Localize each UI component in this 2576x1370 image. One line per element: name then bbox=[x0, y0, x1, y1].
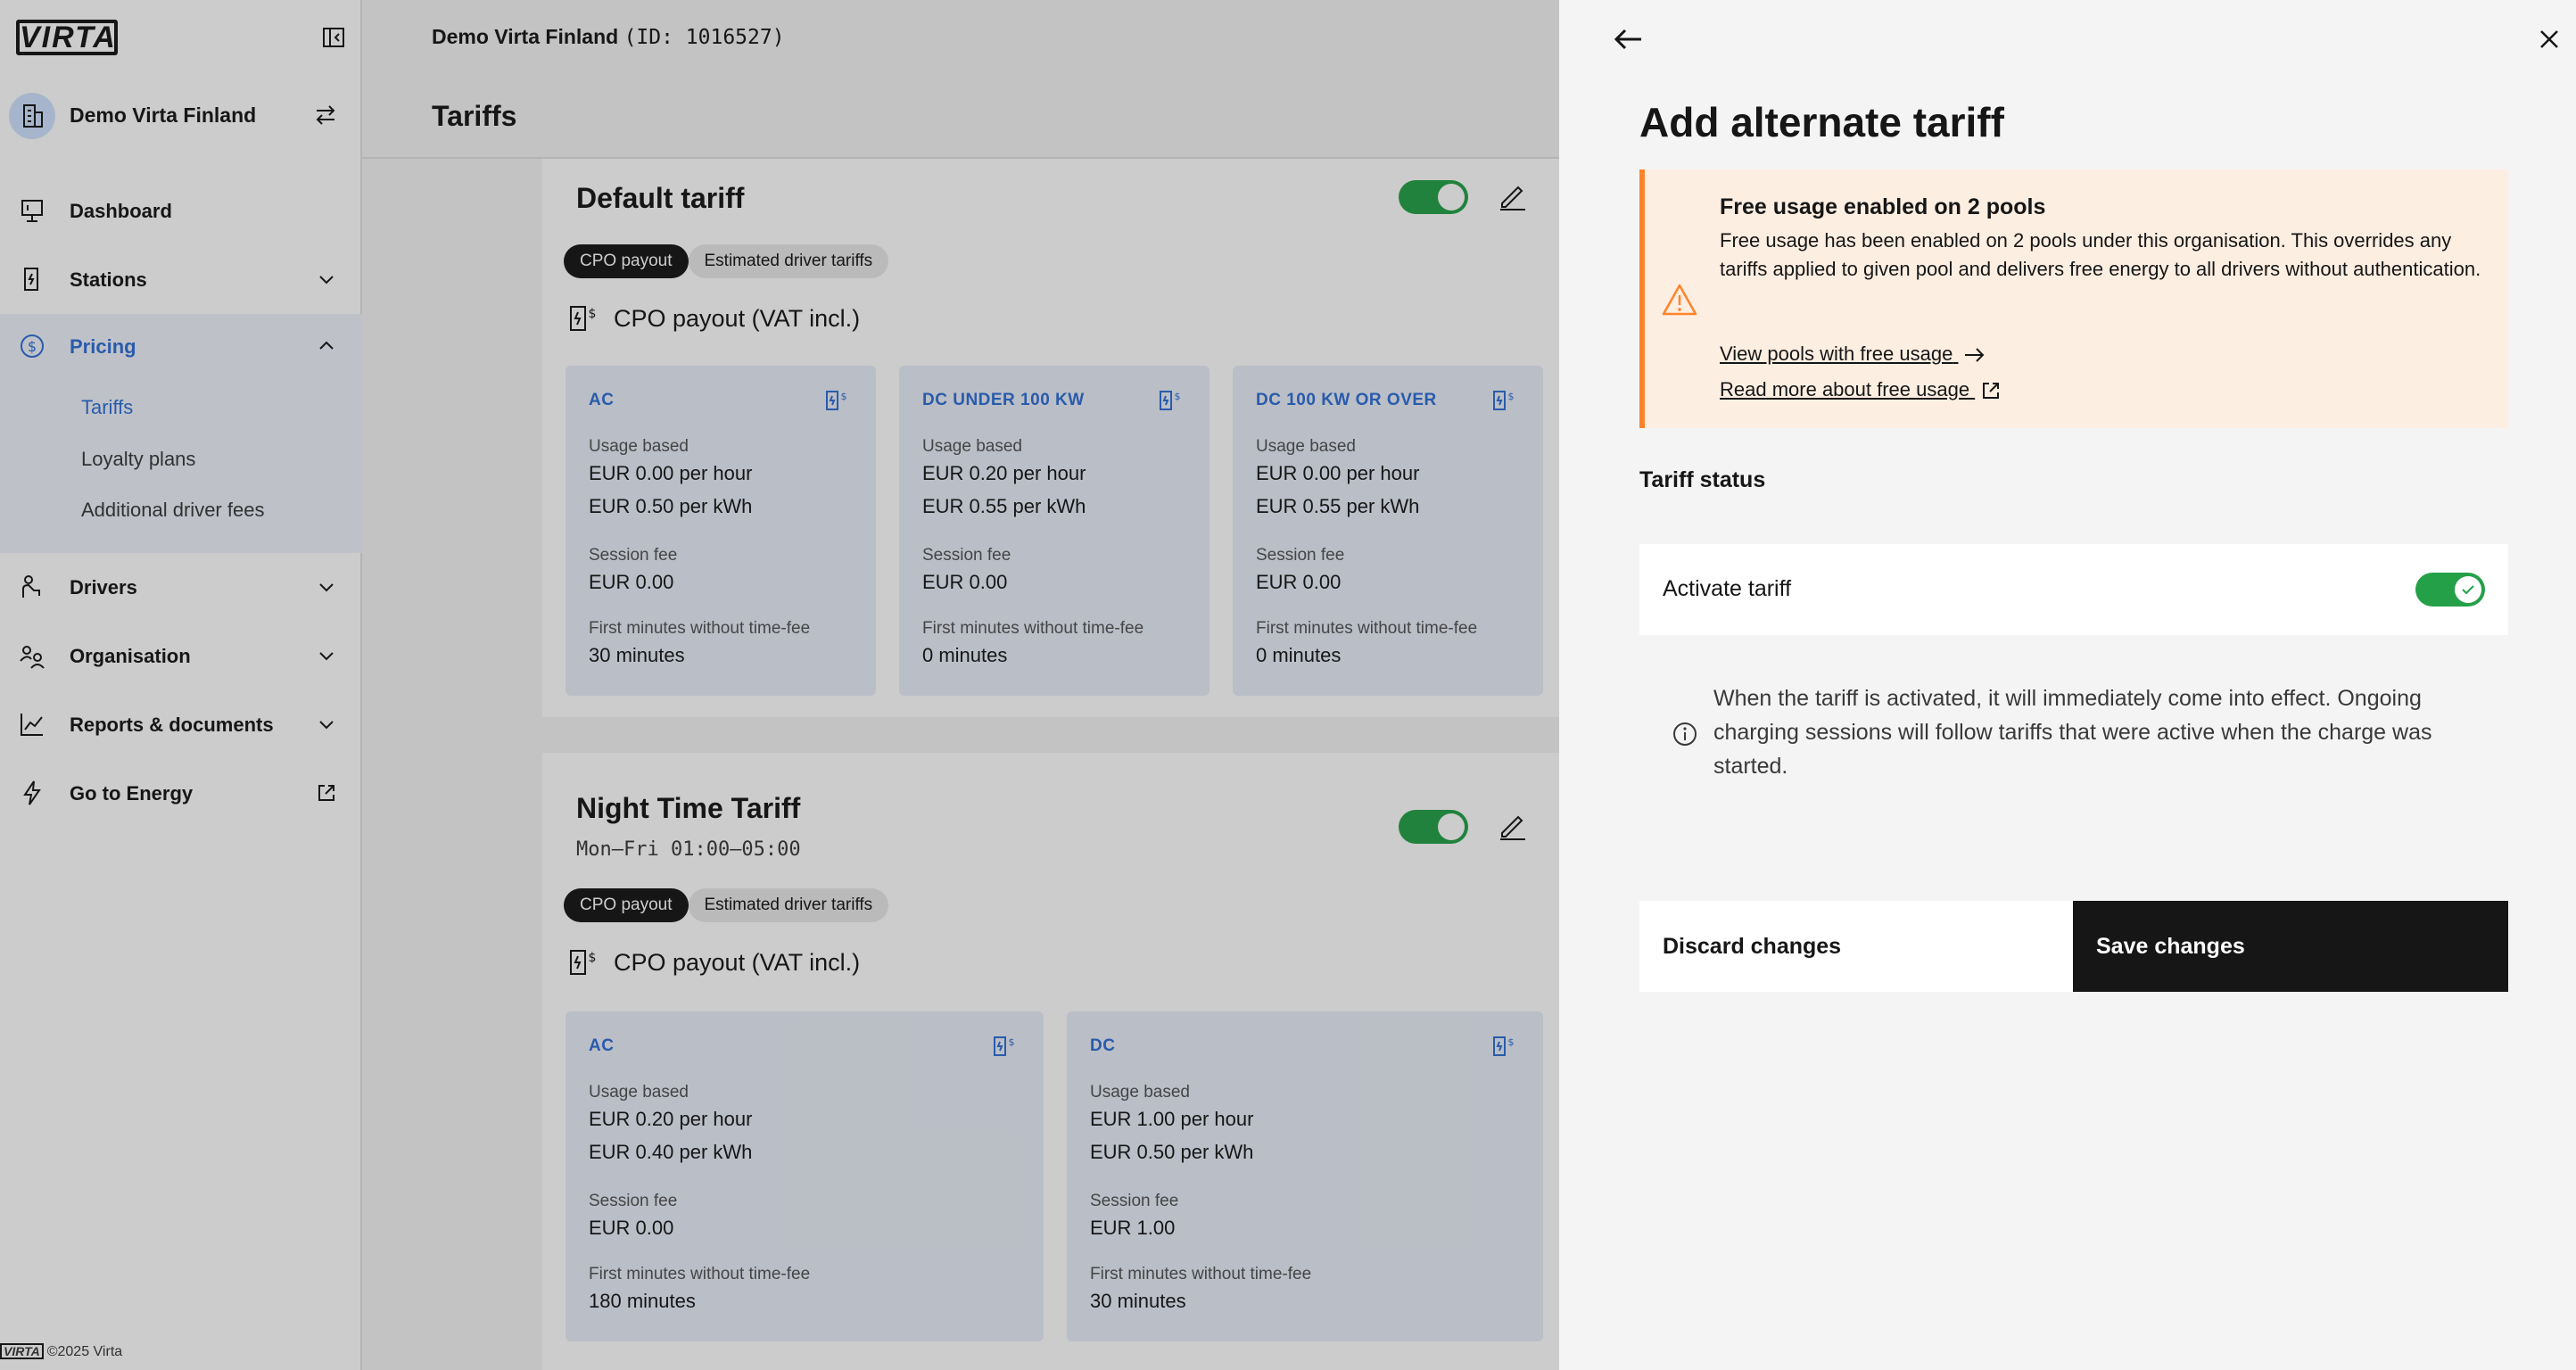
arrow-left-icon[interactable] bbox=[1611, 21, 1647, 57]
tariff-status-heading: Tariff status bbox=[1639, 467, 1766, 492]
activate-tariff-label: Activate tariff bbox=[1663, 576, 1792, 601]
save-changes-button[interactable]: Save changes bbox=[2073, 901, 2508, 992]
warning-triangle-icon bbox=[1661, 282, 1698, 318]
discard-changes-button[interactable]: Discard changes bbox=[1639, 901, 2073, 992]
panel-title: Add alternate tariff bbox=[1639, 99, 2004, 145]
notice-title: Free usage enabled on 2 pools bbox=[1720, 194, 2046, 219]
notice-body: Free usage has been enabled on 2 pools u… bbox=[1720, 229, 2481, 280]
close-icon[interactable] bbox=[2533, 23, 2565, 55]
view-pools-link-text: View pools with free usage bbox=[1720, 342, 1953, 365]
external-link-icon bbox=[1983, 383, 2000, 400]
read-more-link[interactable]: Read more about free usage bbox=[1720, 378, 2002, 401]
activate-tariff-toggle[interactable] bbox=[2415, 573, 2485, 607]
free-usage-warning: Free usage enabled on 2 pools Free usage… bbox=[1639, 169, 2508, 428]
activation-info-text: When the tariff is activated, it will im… bbox=[1713, 686, 2432, 779]
read-more-link-text: Read more about free usage bbox=[1720, 378, 1970, 400]
view-pools-link[interactable]: View pools with free usage bbox=[1720, 342, 1986, 366]
checkmark-icon bbox=[2462, 585, 2474, 595]
add-alternate-tariff-panel: Add alternate tariff Free usage enabled … bbox=[1559, 0, 2576, 1370]
modal-backdrop[interactable] bbox=[0, 0, 1559, 1370]
info-circle-icon bbox=[1672, 721, 1698, 747]
arrow-right-icon bbox=[1965, 348, 1985, 362]
toggle-knob bbox=[2455, 576, 2481, 603]
activate-tariff-row: Activate tariff bbox=[1639, 544, 2508, 635]
